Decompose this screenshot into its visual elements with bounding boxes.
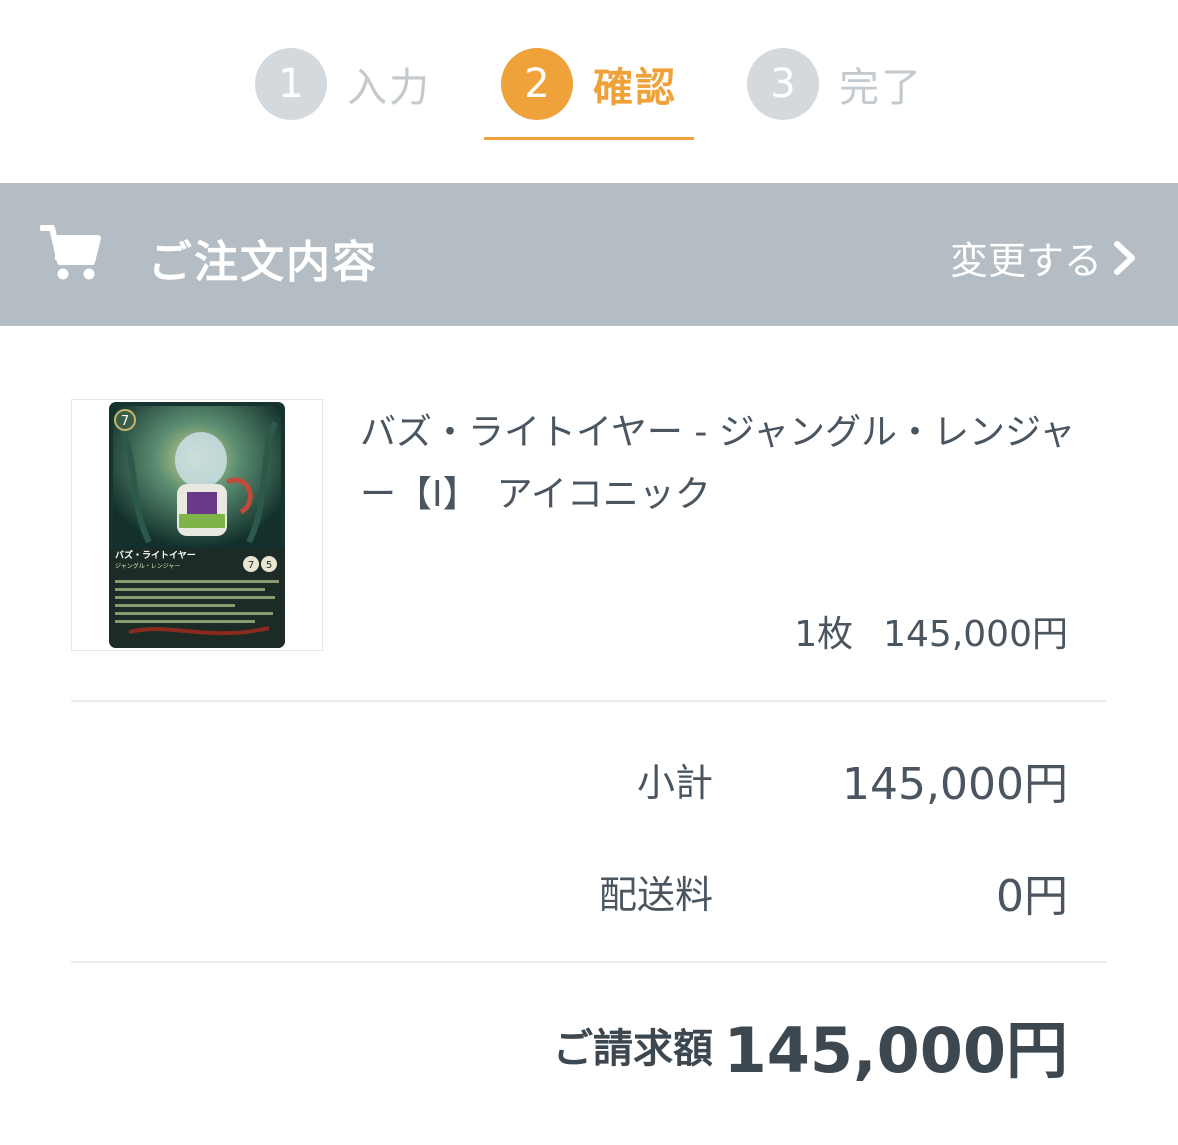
card-cost: 7 (121, 414, 129, 429)
product-quantity: 1枚 (794, 614, 854, 655)
total-value: 145,000円 (723, 1014, 1068, 1087)
step-confirm: 2 確認 (501, 48, 677, 120)
card-willpower: 5 (266, 560, 272, 571)
card-name: バズ・ライトイヤー (115, 549, 196, 561)
shipping-label: 配送料 (598, 873, 713, 917)
active-step-underline (484, 137, 694, 140)
chevron-right-icon (1114, 240, 1135, 275)
trading-card-image: 7 バズ・ライトイヤー ジャングル・レンジャー 7 5 (109, 402, 285, 648)
cart-icon (40, 225, 101, 280)
product-name[interactable]: バズ・ライトイヤー - ジャングル・レンジャー【I】 アイコニック (360, 402, 1080, 526)
change-order-label: 変更する (949, 239, 1102, 283)
step-indicator: 1 入力 2 確認 3 完了 (0, 0, 1178, 182)
step-complete: 3 完了 (747, 48, 923, 120)
card-subtitle: ジャングル・レンジャー (115, 562, 180, 570)
total-label: ご請求額 (553, 1026, 713, 1072)
subtotal-value: 145,000円 (842, 759, 1068, 810)
step-number: 1 (255, 48, 327, 120)
product-unit-price: 145,000円 (883, 614, 1068, 655)
change-order-link[interactable]: 変更する (950, 230, 1138, 285)
subtotal-label: 小計 (636, 761, 713, 805)
step-label: 完了 (839, 65, 923, 111)
step-number: 3 (747, 48, 819, 120)
shipping-value: 0円 (996, 871, 1068, 922)
step-input: 1 入力 (255, 48, 431, 120)
order-title: ご注文内容 (148, 237, 378, 288)
divider (71, 700, 1106, 702)
step-label: 入力 (347, 65, 431, 111)
divider (71, 961, 1106, 963)
product-thumbnail[interactable]: 7 バズ・ライトイヤー ジャングル・レンジャー 7 5 (71, 399, 323, 651)
step-label: 確認 (593, 65, 677, 111)
card-strength: 7 (248, 560, 254, 571)
step-number: 2 (501, 48, 573, 120)
product-price: 1枚 145,000円 (794, 605, 1068, 657)
card-artwork: 7 バズ・ライトイヤー ジャングル・レンジャー 7 5 (109, 402, 285, 648)
